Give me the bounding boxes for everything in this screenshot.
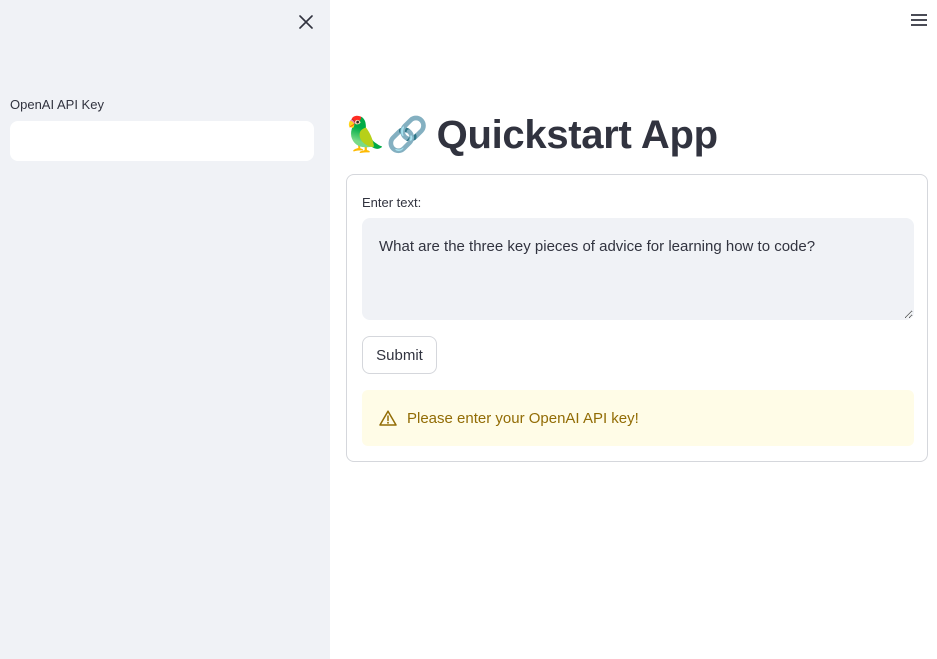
- app-root: OpenAI API Key 🦜🔗 Quickstart App Enter t…: [0, 0, 937, 659]
- parrot-link-icon: 🦜🔗: [344, 115, 429, 155]
- warning-icon: [378, 408, 398, 428]
- page-title: 🦜🔗 Quickstart App: [344, 110, 718, 160]
- api-key-input[interactable]: [10, 121, 314, 161]
- main-menu-button[interactable]: [906, 8, 932, 32]
- text-input-label: Enter text:: [362, 195, 422, 210]
- hamburger-menu-icon: [911, 14, 927, 26]
- warning-message: Please enter your OpenAI API key!: [407, 409, 639, 427]
- sidebar: OpenAI API Key: [0, 0, 330, 659]
- page-title-text: Quickstart App: [436, 112, 718, 157]
- close-icon: [299, 15, 313, 29]
- close-sidebar-button[interactable]: [296, 12, 316, 32]
- submit-button[interactable]: Submit: [362, 336, 437, 374]
- query-form: Enter text: What are the three key piece…: [346, 174, 928, 462]
- warning-alert: Please enter your OpenAI API key!: [362, 390, 914, 446]
- text-input-area[interactable]: What are the three key pieces of advice …: [362, 218, 914, 320]
- api-key-label: OpenAI API Key: [10, 97, 104, 112]
